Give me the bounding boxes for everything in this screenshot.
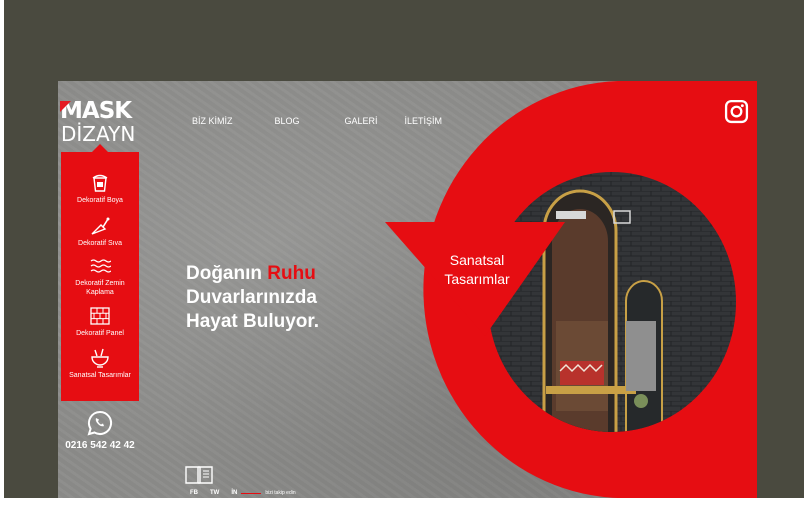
nav-item-galeri[interactable]: GALERİ (345, 114, 378, 128)
sidebar-item-dekoratif-panel[interactable]: Dekoratif Panel (61, 305, 139, 338)
floor-wave-icon (90, 259, 111, 273)
sidebar-item-sanatsal-tasarimlar[interactable]: Sanatsal Tasarımlar (61, 347, 139, 380)
linkedin-link[interactable]: İN (231, 489, 237, 498)
hero-line-3: Hayat Buluyor. (186, 311, 320, 332)
whatsapp-icon[interactable] (87, 410, 113, 436)
book-icon[interactable] (185, 466, 213, 484)
top-navigation: BİZ KİMİZ BLOG GALERİ İLETİŞİM (192, 114, 484, 128)
sidebar-item-label: Dekoratif Boya (77, 197, 123, 204)
sidebar-item-label: Dekoratif Zemin Kaplama (75, 280, 125, 296)
browser-frame: Sanatsal Tasarımlar MASK DİZAYN BİZ KİMİ… (4, 0, 804, 498)
logo-bottom-text: DİZAYN (61, 122, 136, 146)
hero-section: Sanatsal Tasarımlar MASK DİZAYN BİZ KİMİ… (58, 81, 757, 498)
social-links: FB TW İN bizi takip edin (190, 489, 296, 498)
hero-headline: Doğanın Ruhu Duvarlarınızda Hayat Buluyo… (186, 262, 406, 334)
brick-panel-icon (90, 307, 110, 325)
sidebar-item-dekoratif-siva[interactable]: Dekoratif Sıva (61, 215, 139, 248)
nav-item-blog[interactable]: BLOG (275, 114, 300, 128)
hero-line-2: Duvarlarınızda (186, 287, 317, 308)
art-bowl-icon (91, 348, 109, 368)
nav-item-biz-kimiz[interactable]: BİZ KİMİZ (192, 114, 233, 128)
divider-line (241, 493, 262, 494)
sidebar-item-label: Dekoratif Sıva (78, 240, 122, 247)
sidebar-item-label: Dekoratif Panel (76, 330, 124, 337)
follow-text: bizi takip edin (265, 490, 296, 496)
hero-line-1-text: Doğanın (186, 263, 268, 284)
hero-line-1: Doğanın Ruhu (186, 262, 406, 286)
trowel-icon (91, 217, 110, 235)
logo-top-text: MASK (60, 99, 140, 123)
service-sidebar: Dekoratif Boya Dekoratif Sıva Dekoratif … (61, 144, 139, 401)
hero-accent-word: Ruhu (267, 263, 316, 284)
facebook-link[interactable]: FB (190, 489, 198, 498)
feature-label[interactable]: Sanatsal Tasarımlar (427, 251, 527, 289)
paint-bucket-icon (92, 174, 108, 192)
instagram-icon[interactable] (724, 99, 749, 124)
feature-label-line2: Tasarımlar (444, 271, 510, 287)
twitter-link[interactable]: TW (210, 489, 219, 498)
phone-number[interactable]: 0216 542 42 42 (58, 439, 142, 453)
sidebar-item-dekoratif-zemin-kaplama[interactable]: Dekoratif Zemin Kaplama (61, 255, 139, 297)
sidebar-item-label: Sanatsal Tasarımlar (69, 372, 131, 379)
sidebar-item-dekoratif-boya[interactable]: Dekoratif Boya (61, 172, 139, 205)
feature-label-line1: Sanatsal (449, 252, 505, 268)
brand-logo[interactable]: MASK DİZAYN (60, 99, 140, 149)
nav-item-iletisim[interactable]: İLETİŞİM (405, 114, 443, 128)
